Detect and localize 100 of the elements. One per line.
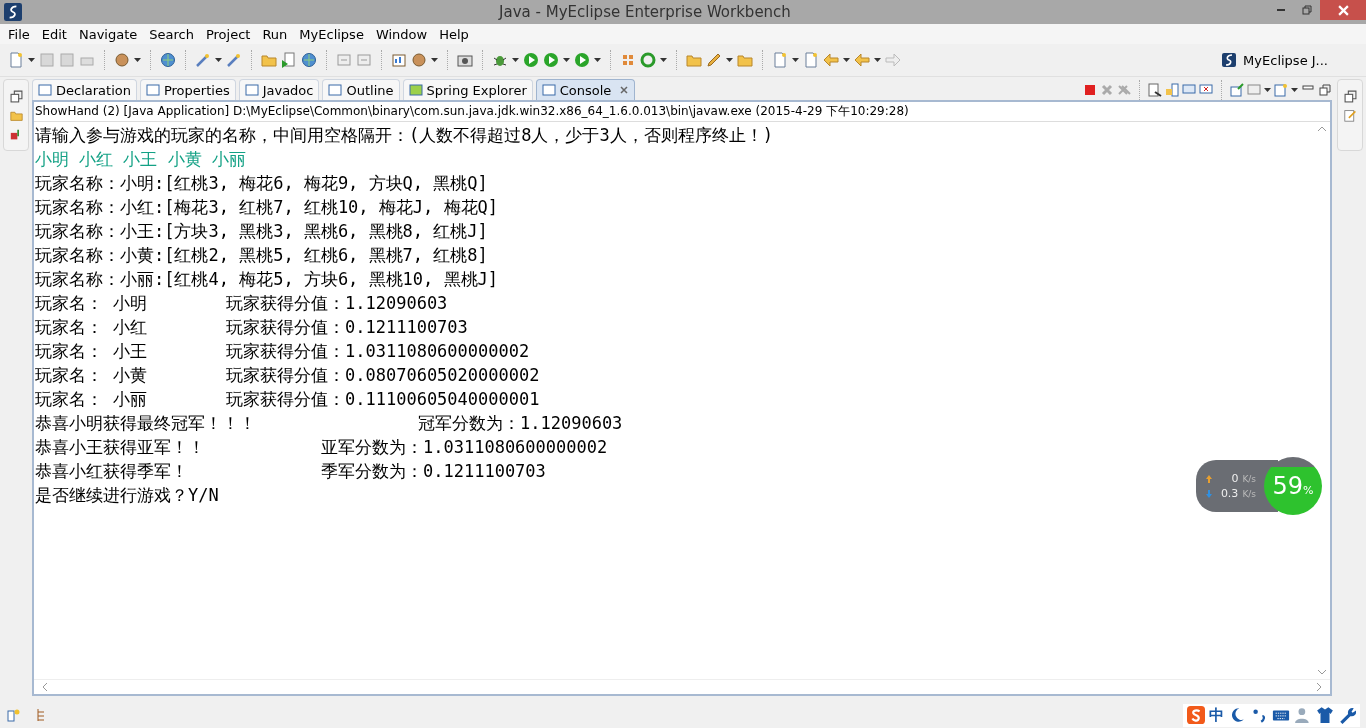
remove-all-icon[interactable] [1117, 82, 1131, 97]
caret-icon[interactable] [1264, 87, 1271, 92]
window-icon [38, 83, 52, 97]
caret-icon[interactable] [874, 58, 881, 62]
view-tab[interactable]: Console [535, 78, 636, 101]
output-text: 玩家名称：小丽:[红桃4, 梅花5, 方块6, 黑桃10, 黑桃J] [35, 267, 498, 291]
output-text: 玩家获得分值：0.08070605020000002 [226, 363, 540, 387]
restore-icon[interactable] [9, 90, 23, 103]
output-text: 玩家名： 小红 [35, 315, 148, 339]
download-speed: 0.3 [1219, 487, 1239, 500]
output-text: 玩家获得分值：1.12090603 [226, 291, 448, 315]
output-text: 玩家名称：小黄:[红桃2, 黑桃5, 红桃6, 黑桃7, 红桃8] [35, 243, 488, 267]
close-button[interactable] [1320, 0, 1366, 20]
output-text: 恭喜小明获得最终冠军！！！ [35, 411, 256, 435]
close-icon [1337, 4, 1349, 16]
caret-icon[interactable] [512, 58, 519, 62]
restore-icon[interactable] [1343, 90, 1357, 103]
view-tab[interactable]: Outline [322, 78, 400, 101]
shirt-icon[interactable] [1316, 706, 1334, 724]
caret-icon[interactable] [563, 58, 570, 62]
window-icon [541, 83, 556, 97]
output-text: 季军分数为：0.1211100703 [321, 459, 546, 483]
input-text: 小明 小红 小王 小黄 小丽 [35, 147, 246, 171]
output-text: 玩家名： 小丽 [35, 387, 148, 411]
globe-icon[interactable] [301, 52, 317, 68]
window-icon [244, 83, 259, 97]
caret-icon[interactable] [726, 58, 733, 62]
view-tab[interactable]: Declaration [32, 78, 137, 101]
scroll-left-icon[interactable] [42, 682, 48, 692]
caret-icon[interactable] [134, 58, 141, 62]
menu-item[interactable]: File [2, 26, 36, 42]
chart-icon[interactable] [391, 52, 407, 68]
input-mode[interactable]: 中 [1209, 705, 1224, 725]
output-text: 玩家名称：小红:[梅花3, 红桃7, 红桃10, 梅花J, 梅花Q] [35, 195, 498, 219]
camera-icon[interactable] [457, 52, 473, 68]
view-tab[interactable]: Properties [139, 78, 236, 101]
folder-icon[interactable] [9, 109, 23, 122]
output-text: 玩家获得分值：0.1211100703 [226, 315, 468, 339]
menu-item[interactable]: Project [199, 26, 257, 42]
menu-item[interactable]: MyEclipse [293, 26, 370, 42]
scroll-up-icon[interactable] [1317, 126, 1327, 132]
caret-icon[interactable] [660, 58, 667, 62]
menu-item[interactable]: Edit [35, 26, 73, 42]
output-text: 玩家名称：小明:[红桃3, 梅花6, 梅花9, 方块Q, 黑桃Q] [35, 171, 488, 195]
caret-icon[interactable] [431, 58, 438, 62]
close-icon[interactable] [619, 85, 630, 95]
process-label: ShowHand (2) [Java Application] D:\MyEclipse\Common\binary\com.sun.java.jdk.win32.x86_64_1.6.0.013\bin\javaw.exe (2015-4-29 下午10:29:28) [34, 102, 1330, 122]
globe-icon[interactable] [160, 52, 176, 68]
speed-unit: K/s [1242, 488, 1256, 499]
menu-item[interactable]: Help [433, 26, 475, 42]
window-icon [328, 83, 343, 97]
folder-icon[interactable] [686, 52, 702, 68]
download-arrow-icon [1206, 489, 1213, 498]
menu-item[interactable]: Run [256, 26, 294, 42]
new-view-icon[interactable] [6, 708, 20, 722]
output-text: 请输入参与游戏的玩家的名称，中间用空格隔开：(人数不得超过8人，少于3人，否则程序终止！) [35, 123, 773, 147]
wand-icon[interactable] [195, 52, 211, 68]
caret-icon[interactable] [594, 58, 601, 62]
monitor-icon[interactable] [1199, 82, 1213, 97]
upload-speed: 0 [1230, 472, 1239, 485]
pen-icon[interactable] [706, 52, 722, 68]
view-tab[interactable]: Spring Explorer [402, 78, 533, 101]
output-text: 玩家名称：小王:[方块3, 黑桃3, 黑桃6, 黑桃8, 红桃J] [35, 219, 488, 243]
caret-icon[interactable] [28, 58, 35, 62]
caret-icon[interactable] [792, 58, 799, 62]
output-text: 玩家名： 小明 [35, 291, 148, 315]
output-text: 玩家获得分值：1.0311080600000002 [226, 339, 530, 363]
restore-icon [1302, 5, 1312, 15]
folder-icon[interactable] [261, 52, 277, 68]
wand-icon[interactable] [226, 52, 242, 68]
menu-item[interactable]: Navigate [72, 26, 144, 42]
output-text: 恭喜小红获得季军！ [35, 459, 188, 483]
remove-icon[interactable] [1100, 82, 1114, 97]
scroll-right-icon[interactable] [1316, 682, 1322, 692]
caret-icon[interactable] [843, 58, 850, 62]
window-icon [408, 83, 423, 97]
perspective-button[interactable]: MyEclipse J... [1221, 52, 1328, 68]
window-icon [145, 83, 160, 97]
logo-icon [1221, 52, 1238, 68]
menu-item[interactable]: Window [369, 26, 434, 42]
upload-arrow-icon [1206, 474, 1213, 483]
output-text: 玩家获得分值：0.11100605040000001 [226, 387, 540, 411]
wrench-icon[interactable] [1338, 706, 1356, 724]
output-text: 是否继续进行游戏？Y/N [35, 483, 219, 507]
menu-item[interactable]: Search [143, 26, 200, 42]
output-text: 玩家名： 小黄 [35, 363, 148, 387]
output-text: 恭喜小王获得亚军！！ [35, 435, 205, 459]
caret-icon[interactable] [215, 58, 222, 62]
caret-icon[interactable] [1291, 87, 1298, 92]
speed-unit: K/s [1242, 473, 1256, 484]
scroll-down-icon[interactable] [1317, 669, 1327, 675]
punctuation-icon[interactable] [1250, 706, 1268, 724]
output-text: 冠军分数为：1.12090603 [418, 411, 623, 435]
app-logo-icon [4, 3, 22, 21]
stop-icon[interactable] [1083, 82, 1097, 97]
play-file-icon[interactable] [281, 52, 297, 68]
pencil-icon[interactable] [1343, 109, 1357, 122]
view-tab[interactable]: Javadoc [238, 78, 320, 101]
output-text: 玩家名： 小王 [35, 339, 148, 363]
window-title: Java - MyEclipse Enterprise Workbench [497, 3, 792, 21]
